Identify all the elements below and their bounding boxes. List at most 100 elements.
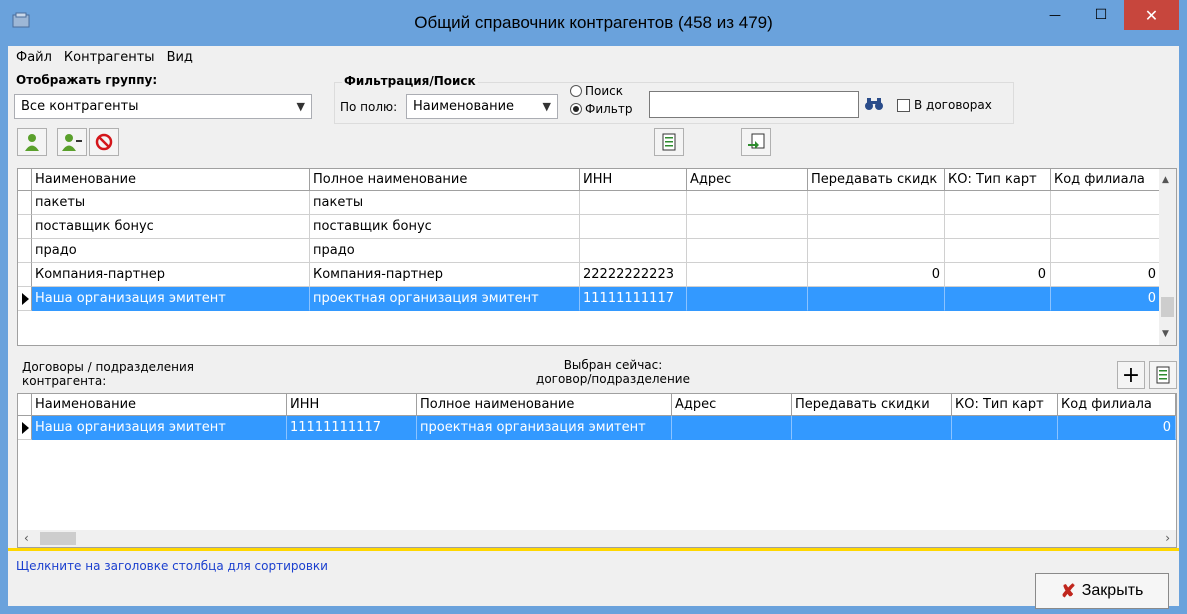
menu-contractors[interactable]: Контрагенты bbox=[60, 50, 163, 65]
delete-contractor-button[interactable] bbox=[89, 128, 119, 156]
table-row[interactable]: поставщик бонус поставщик бонус bbox=[18, 215, 1161, 239]
table-cell[interactable]: прадо bbox=[32, 239, 310, 263]
table-cell[interactable] bbox=[687, 263, 808, 287]
maximize-button[interactable]: ☐ bbox=[1078, 0, 1124, 30]
title-bar[interactable]: Общий справочник контрагентов (458 из 47… bbox=[0, 0, 1187, 46]
col-inn[interactable]: ИНН bbox=[580, 169, 687, 191]
table-cell[interactable] bbox=[945, 215, 1051, 239]
table-cell[interactable]: Наша организация эмитент bbox=[32, 416, 287, 440]
table-row[interactable]: Наша организация эмитент проектная органи… bbox=[18, 287, 1161, 311]
field-select[interactable]: Наименование ▼ bbox=[406, 94, 558, 119]
search-input[interactable] bbox=[649, 91, 859, 118]
table-cell[interactable]: пакеты bbox=[310, 191, 580, 215]
table-cell[interactable]: поставщик бонус bbox=[310, 215, 580, 239]
export-button[interactable] bbox=[741, 128, 771, 156]
sub-col-address[interactable]: Адрес bbox=[672, 394, 792, 416]
horizontal-scrollbar[interactable]: ‹ › bbox=[18, 530, 1176, 547]
table-cell[interactable] bbox=[687, 215, 808, 239]
table-cell[interactable] bbox=[945, 239, 1051, 263]
table-cell[interactable]: 0 bbox=[1051, 263, 1161, 287]
table-cell[interactable]: Компания-партнер bbox=[310, 263, 580, 287]
table-cell[interactable] bbox=[792, 416, 952, 440]
table-cell[interactable]: 0 bbox=[1058, 416, 1176, 440]
sub-col-card-type[interactable]: КО: Тип карт bbox=[952, 394, 1058, 416]
row-indicator[interactable] bbox=[18, 215, 32, 239]
contract-report-button[interactable] bbox=[1149, 361, 1177, 389]
table-cell[interactable] bbox=[945, 191, 1051, 215]
table-cell[interactable]: 0 bbox=[1051, 287, 1161, 311]
add-contractor-button[interactable] bbox=[17, 128, 47, 156]
table-cell[interactable] bbox=[672, 416, 792, 440]
find-button[interactable] bbox=[862, 94, 886, 114]
table-cell[interactable]: проектная организация эмитент bbox=[310, 287, 580, 311]
table-cell[interactable] bbox=[1051, 215, 1161, 239]
contractors-grid[interactable]: Наименование Полное наименование ИНН Адр… bbox=[17, 168, 1177, 346]
scroll-right-icon[interactable]: › bbox=[1165, 531, 1170, 545]
table-cell[interactable]: проектная организация эмитент bbox=[417, 416, 672, 440]
col-branch-code[interactable]: Код филиала bbox=[1051, 169, 1161, 191]
table-row[interactable]: пакеты пакеты bbox=[18, 191, 1161, 215]
contracts-grid[interactable]: Наименование ИНН Полное наименование Адр… bbox=[17, 393, 1177, 548]
table-cell[interactable]: Компания-партнер bbox=[32, 263, 310, 287]
col-name[interactable]: Наименование bbox=[32, 169, 310, 191]
table-cell[interactable] bbox=[1051, 191, 1161, 215]
minimize-button[interactable]: — bbox=[1032, 0, 1078, 30]
table-cell[interactable] bbox=[580, 239, 687, 263]
table-cell[interactable] bbox=[808, 287, 945, 311]
table-cell[interactable] bbox=[808, 191, 945, 215]
scroll-thumb[interactable] bbox=[1161, 297, 1174, 317]
in-contracts-checkbox[interactable]: В договорах bbox=[897, 98, 992, 112]
row-indicator[interactable] bbox=[18, 191, 32, 215]
scroll-up-icon[interactable]: ▲ bbox=[1162, 175, 1169, 185]
row-indicator[interactable] bbox=[18, 416, 32, 440]
h-scroll-thumb[interactable] bbox=[40, 532, 76, 545]
group-select[interactable]: Все контрагенты ▼ bbox=[14, 94, 312, 119]
table-cell[interactable]: 22222222223 bbox=[580, 263, 687, 287]
table-cell[interactable]: поставщик бонус bbox=[32, 215, 310, 239]
row-indicator[interactable] bbox=[18, 239, 32, 263]
report-button[interactable] bbox=[654, 128, 684, 156]
table-cell[interactable] bbox=[808, 239, 945, 263]
table-cell[interactable]: пакеты bbox=[32, 191, 310, 215]
table-cell[interactable] bbox=[687, 239, 808, 263]
table-row[interactable]: Компания-партнер Компания-партнер 22222222… bbox=[18, 263, 1161, 287]
radio-search[interactable]: Поиск bbox=[570, 84, 623, 98]
table-cell[interactable] bbox=[945, 287, 1051, 311]
vertical-scrollbar[interactable]: ▲ ▼ bbox=[1159, 169, 1176, 345]
table-cell[interactable] bbox=[580, 191, 687, 215]
row-indicator[interactable] bbox=[18, 263, 32, 287]
table-cell[interactable]: 11111111117 bbox=[580, 287, 687, 311]
menu-file[interactable]: Файл bbox=[12, 50, 60, 65]
scroll-down-icon[interactable]: ▼ bbox=[1162, 329, 1169, 339]
table-cell[interactable]: 11111111117 bbox=[287, 416, 417, 440]
table-row[interactable]: Наша организация эмитент 11111111117 проек… bbox=[18, 416, 1176, 440]
sub-col-full-name[interactable]: Полное наименование bbox=[417, 394, 672, 416]
table-cell[interactable]: 0 bbox=[945, 263, 1051, 287]
table-cell[interactable]: прадо bbox=[310, 239, 580, 263]
table-row[interactable]: прадо прадо bbox=[18, 239, 1161, 263]
sub-col-name[interactable]: Наименование bbox=[32, 394, 287, 416]
col-card-type[interactable]: КО: Тип карт bbox=[945, 169, 1051, 191]
col-address[interactable]: Адрес bbox=[687, 169, 808, 191]
table-cell[interactable] bbox=[580, 215, 687, 239]
row-indicator[interactable] bbox=[18, 287, 32, 311]
col-full-name[interactable]: Полное наименование bbox=[310, 169, 580, 191]
edit-contractor-button[interactable] bbox=[57, 128, 87, 156]
sub-col-inn[interactable]: ИНН bbox=[287, 394, 417, 416]
close-button[interactable]: ✘ Закрыть bbox=[1035, 573, 1169, 609]
add-contract-button[interactable]: + bbox=[1117, 361, 1145, 389]
col-discount[interactable]: Передавать скидк bbox=[808, 169, 945, 191]
table-cell[interactable] bbox=[1051, 239, 1161, 263]
sub-col-branch-code[interactable]: Код филиала bbox=[1058, 394, 1176, 416]
scroll-left-icon[interactable]: ‹ bbox=[24, 531, 29, 545]
table-cell[interactable]: 0 bbox=[808, 263, 945, 287]
table-cell[interactable] bbox=[808, 215, 945, 239]
table-cell[interactable] bbox=[952, 416, 1058, 440]
table-cell[interactable]: Наша организация эмитент bbox=[32, 287, 310, 311]
sub-col-discount[interactable]: Передавать скидки bbox=[792, 394, 952, 416]
close-window-button[interactable]: ✕ bbox=[1124, 0, 1179, 30]
table-cell[interactable] bbox=[687, 287, 808, 311]
table-cell[interactable] bbox=[687, 191, 808, 215]
radio-filter[interactable]: Фильтр bbox=[570, 102, 632, 116]
menu-view[interactable]: Вид bbox=[163, 50, 201, 65]
